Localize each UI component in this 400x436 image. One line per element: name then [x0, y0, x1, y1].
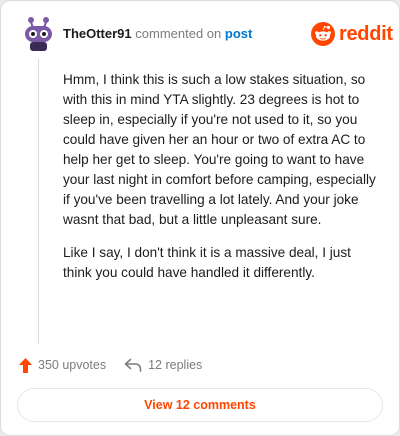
comment-paragraph: Like I say, I don't think it is a massiv… — [63, 245, 351, 280]
upvote-arrow-icon — [19, 357, 32, 373]
commented-on-text: commented on — [135, 26, 222, 41]
reddit-snoo-icon — [311, 22, 335, 46]
view-comments-button[interactable]: View 12 comments — [17, 388, 383, 422]
upvote-count: 350 upvotes — [38, 358, 107, 372]
comment-body: Hmm, I think this is such a low stakes s… — [63, 70, 383, 296]
thread-line[interactable] — [38, 59, 39, 344]
comment-paragraph: Hmm, I think this is such a low stakes s… — [63, 72, 376, 227]
reply-count: 12 replies — [148, 358, 203, 372]
reddit-wordmark: reddit — [339, 23, 393, 45]
comment-actions: 350 upvotes 12 replies — [19, 355, 202, 375]
comment-header: TheOtter91 commented on post — [63, 26, 252, 42]
reply-arrow-icon — [124, 358, 142, 372]
reddit-logo[interactable]: reddit — [311, 21, 393, 47]
username-link[interactable]: TheOtter91 — [63, 26, 132, 41]
reply-button[interactable]: 12 replies — [124, 358, 202, 372]
snoo-avatar-icon[interactable] — [22, 16, 55, 52]
comment-card: TheOtter91 commented on post reddit Hmm,… — [0, 0, 400, 436]
upvote-button[interactable]: 350 upvotes — [19, 357, 107, 373]
post-link[interactable]: post — [225, 26, 252, 41]
